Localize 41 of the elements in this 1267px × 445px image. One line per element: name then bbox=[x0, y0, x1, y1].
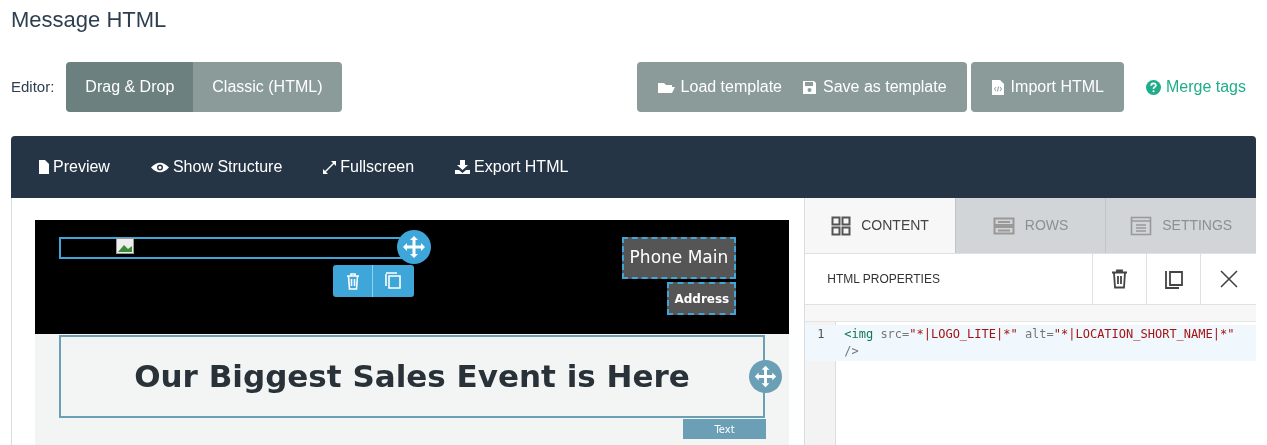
copy-icon bbox=[385, 272, 402, 290]
help-icon bbox=[1145, 79, 1161, 95]
close-icon bbox=[1219, 270, 1238, 288]
code-line: <img src="*|LOGO_LITE|*" alt="*|LOCATION_SHORT_NAME|*" /> bbox=[843, 326, 1236, 360]
line-number: 1 bbox=[816, 326, 826, 343]
code-file-icon bbox=[990, 78, 1005, 96]
move-handle-icon[interactable] bbox=[397, 230, 431, 264]
headline-text: Our Biggest Sales Event is Here bbox=[134, 357, 690, 397]
phone-text-block: Phone Main bbox=[621, 237, 737, 279]
rows-icon bbox=[992, 216, 1015, 235]
document-icon bbox=[38, 159, 50, 175]
download-icon bbox=[454, 159, 472, 175]
panel-tab[interactable]: CONTENT bbox=[805, 198, 955, 253]
editor-label: Editor: bbox=[11, 76, 55, 97]
address-text-block: Address bbox=[667, 282, 737, 315]
toolbar-button[interactable]: Show Structure bbox=[149, 155, 283, 179]
toolbar-button[interactable]: Fullscreen bbox=[322, 155, 415, 179]
code-editor[interactable]: 1 <img src="*|LOGO_LITE|*" alt="*|LOCATION_SHORT_NAME|*" /> bbox=[805, 322, 1256, 445]
toolbar-button[interactable]: Preview bbox=[38, 155, 110, 179]
toolbar-button[interactable]: Export HTML bbox=[454, 155, 569, 179]
panel-tab[interactable]: SETTINGS bbox=[1105, 198, 1256, 253]
grid-icon bbox=[831, 215, 852, 236]
trash-icon bbox=[1111, 269, 1128, 289]
eye-icon bbox=[149, 160, 170, 174]
diagonal-arrows-icon bbox=[322, 159, 338, 175]
template-button[interactable]: Load template bbox=[646, 62, 792, 112]
page-title: Message HTML bbox=[11, 6, 167, 34]
folder-icon bbox=[656, 80, 675, 94]
editor-mode-tab[interactable]: Drag & Drop bbox=[66, 62, 194, 112]
template-button[interactable]: Save as template bbox=[792, 62, 957, 112]
trash-icon bbox=[345, 272, 360, 290]
broken-image-icon bbox=[116, 238, 134, 254]
panel-tab[interactable]: ROWS bbox=[954, 198, 1106, 253]
block-type-label: Text bbox=[683, 419, 766, 439]
move-handle-icon[interactable] bbox=[749, 360, 782, 393]
document-icon bbox=[1130, 215, 1153, 236]
editor-mode-tab[interactable]: Classic (HTML) bbox=[193, 62, 342, 112]
import-html-button[interactable]: Import HTML bbox=[970, 62, 1124, 112]
properties-title: HTML PROPERTIES bbox=[826, 271, 941, 288]
copy-icon bbox=[1163, 268, 1184, 290]
merge-tags-link[interactable]: Merge tags bbox=[1145, 75, 1246, 99]
